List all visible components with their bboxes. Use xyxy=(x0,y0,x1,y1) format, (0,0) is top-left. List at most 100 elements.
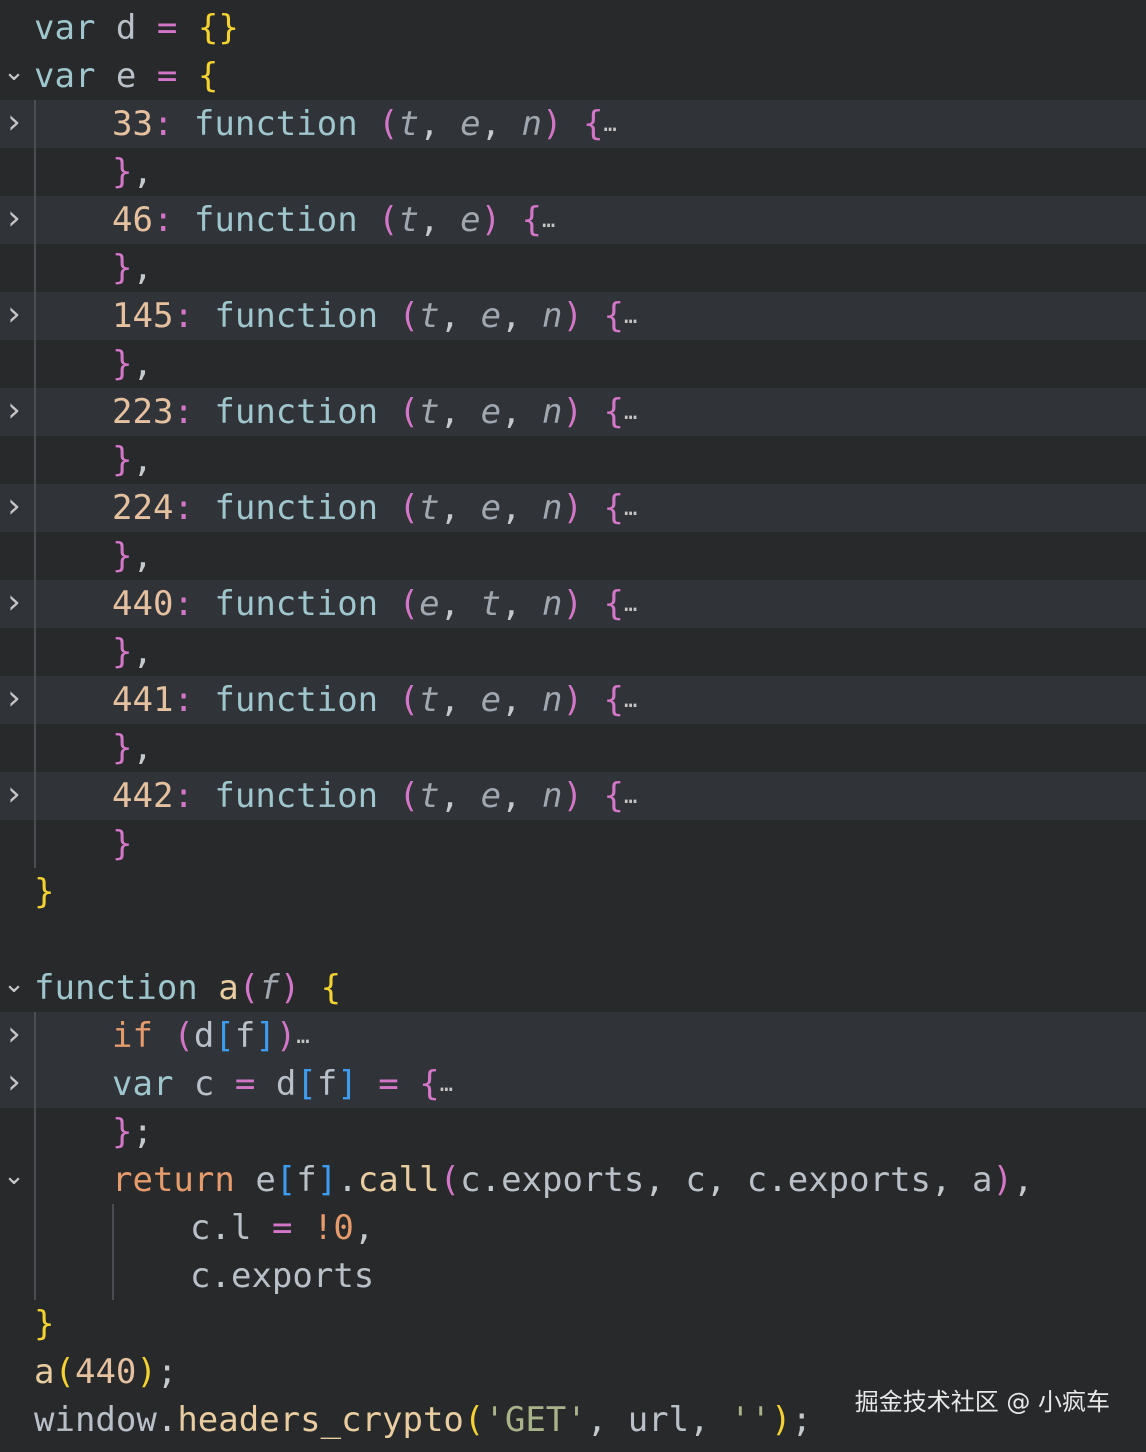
folded-ellipsis-icon[interactable]: … xyxy=(624,496,637,521)
fold-collapse-icon[interactable]: ⌄ xyxy=(0,52,28,100)
code-line[interactable]: ⌄ var e = { xyxy=(0,52,1146,100)
code-line[interactable]: c.l = !0, xyxy=(0,1204,1146,1252)
code-token: headers_crypto xyxy=(177,1400,464,1440)
code-line[interactable]: }, xyxy=(0,532,1146,580)
code-line[interactable]: c.exports xyxy=(0,1252,1146,1300)
code-token: ( xyxy=(173,1016,194,1056)
code-token: 46 xyxy=(112,200,153,240)
code-token: { xyxy=(197,56,219,96)
code-line[interactable]: › if (d[f])… xyxy=(0,1012,1146,1060)
code-editor[interactable]: var d = {} ⌄ var e = {› 33: function (t, e,… xyxy=(0,0,1146,1452)
code-text: } xyxy=(34,1300,54,1348)
code-token: ( xyxy=(378,104,399,144)
fold-expand-icon[interactable]: › xyxy=(0,196,28,244)
code-line[interactable]: }; xyxy=(0,1108,1146,1156)
code-line[interactable]: }, xyxy=(0,724,1146,772)
fold-expand-icon[interactable]: › xyxy=(0,484,28,532)
folded-ellipsis-icon[interactable]: … xyxy=(542,208,555,233)
watermark: 掘金技术社区 @ 小疯车 xyxy=(854,1388,1110,1416)
code-line[interactable]: } xyxy=(0,868,1146,916)
fold-expand-icon[interactable]: › xyxy=(0,1012,28,1060)
folded-ellipsis-icon[interactable]: … xyxy=(440,1072,453,1097)
code-token: { xyxy=(320,968,342,1008)
folded-ellipsis-icon[interactable]: … xyxy=(624,688,637,713)
fold-collapse-icon[interactable]: ⌄ xyxy=(0,964,28,1012)
code-token: 'GET' xyxy=(484,1400,587,1440)
code-token: ( xyxy=(378,200,399,240)
code-line[interactable]: › 442: function (t, e, n) {… xyxy=(0,772,1146,820)
code-line[interactable]: › 145: function (t, e, n) {… xyxy=(0,292,1146,340)
code-line[interactable]: › 223: function (t, e, n) {… xyxy=(0,388,1146,436)
code-line[interactable]: › 224: function (t, e, n) {… xyxy=(0,484,1146,532)
code-token: ] xyxy=(337,1064,358,1104)
code-token: } xyxy=(112,152,133,192)
code-line[interactable]: }, xyxy=(0,340,1146,388)
fold-collapse-icon[interactable]: ⌄ xyxy=(0,1156,28,1204)
code-token: ( xyxy=(398,680,420,720)
code-line[interactable]: › var c = d[f] = {… xyxy=(0,1060,1146,1108)
code-token: e xyxy=(419,584,440,624)
code-line[interactable]: }, xyxy=(0,436,1146,484)
folded-ellipsis-icon[interactable]: … xyxy=(624,400,637,425)
code-token: 440 xyxy=(112,584,174,624)
folded-ellipsis-icon[interactable]: … xyxy=(624,304,637,329)
code-token: c xyxy=(190,1208,211,1248)
code-token: t xyxy=(419,392,440,432)
fold-expand-icon[interactable]: › xyxy=(0,676,28,724)
code-token: [ xyxy=(275,1160,297,1200)
code-token: ( xyxy=(238,968,260,1008)
code-line[interactable]: }, xyxy=(0,244,1146,292)
code-line[interactable]: } xyxy=(0,820,1146,868)
folded-ellipsis-icon[interactable]: … xyxy=(624,592,637,617)
code-token: } xyxy=(34,1304,55,1344)
code-line[interactable]: › 440: function (e, t, n) {… xyxy=(0,580,1146,628)
code-line[interactable]: ⌄ return e[f].call(c.exports, c, c.export… xyxy=(0,1156,1146,1204)
code-token: } xyxy=(112,632,133,672)
code-token: 440 xyxy=(74,1352,137,1392)
code-token: n xyxy=(542,392,563,432)
folded-ellipsis-icon[interactable]: … xyxy=(603,112,616,137)
code-token: 442 xyxy=(112,776,174,816)
fold-expand-icon[interactable]: › xyxy=(0,580,28,628)
fold-expand-icon[interactable]: › xyxy=(0,292,28,340)
fold-expand-icon[interactable]: › xyxy=(0,100,28,148)
code-token: ) xyxy=(992,1160,1013,1200)
fold-expand-icon[interactable]: › xyxy=(0,388,28,436)
code-token: , xyxy=(439,296,481,336)
fold-expand-icon[interactable]: › xyxy=(0,1060,28,1108)
code-line[interactable]: › 46: function (t, e) {… xyxy=(0,196,1146,244)
code-token: , xyxy=(132,248,153,288)
code-line[interactable]: var d = {} xyxy=(0,4,1146,52)
code-token: 33 xyxy=(112,104,153,144)
code-token: , xyxy=(132,152,153,192)
code-token: , xyxy=(501,584,542,624)
folded-ellipsis-icon[interactable]: … xyxy=(624,784,637,809)
folded-ellipsis-icon[interactable]: … xyxy=(296,1024,309,1049)
code-token: , xyxy=(586,1400,628,1440)
code-line[interactable]: } xyxy=(0,1300,1146,1348)
code-line[interactable]: › 441: function (t, e, n) {… xyxy=(0,676,1146,724)
code-line[interactable]: ⌄ function a(f) { xyxy=(0,964,1146,1012)
code-line[interactable]: › 33: function (t, e, n) {… xyxy=(0,100,1146,148)
code-token: , xyxy=(132,536,153,576)
code-line[interactable]: }, xyxy=(0,628,1146,676)
indent-guide xyxy=(34,100,36,868)
code-token: , xyxy=(419,200,461,240)
code-token: ( xyxy=(398,584,420,624)
code-token: ) xyxy=(275,1016,297,1056)
code-text: } xyxy=(112,820,132,868)
code-line[interactable] xyxy=(0,916,1146,964)
fold-expand-icon[interactable]: › xyxy=(0,772,28,820)
code-token: function xyxy=(193,104,358,144)
code-token: { xyxy=(603,680,624,720)
code-token: n xyxy=(542,776,563,816)
code-token: e xyxy=(480,776,502,816)
code-line[interactable]: }, xyxy=(0,148,1146,196)
